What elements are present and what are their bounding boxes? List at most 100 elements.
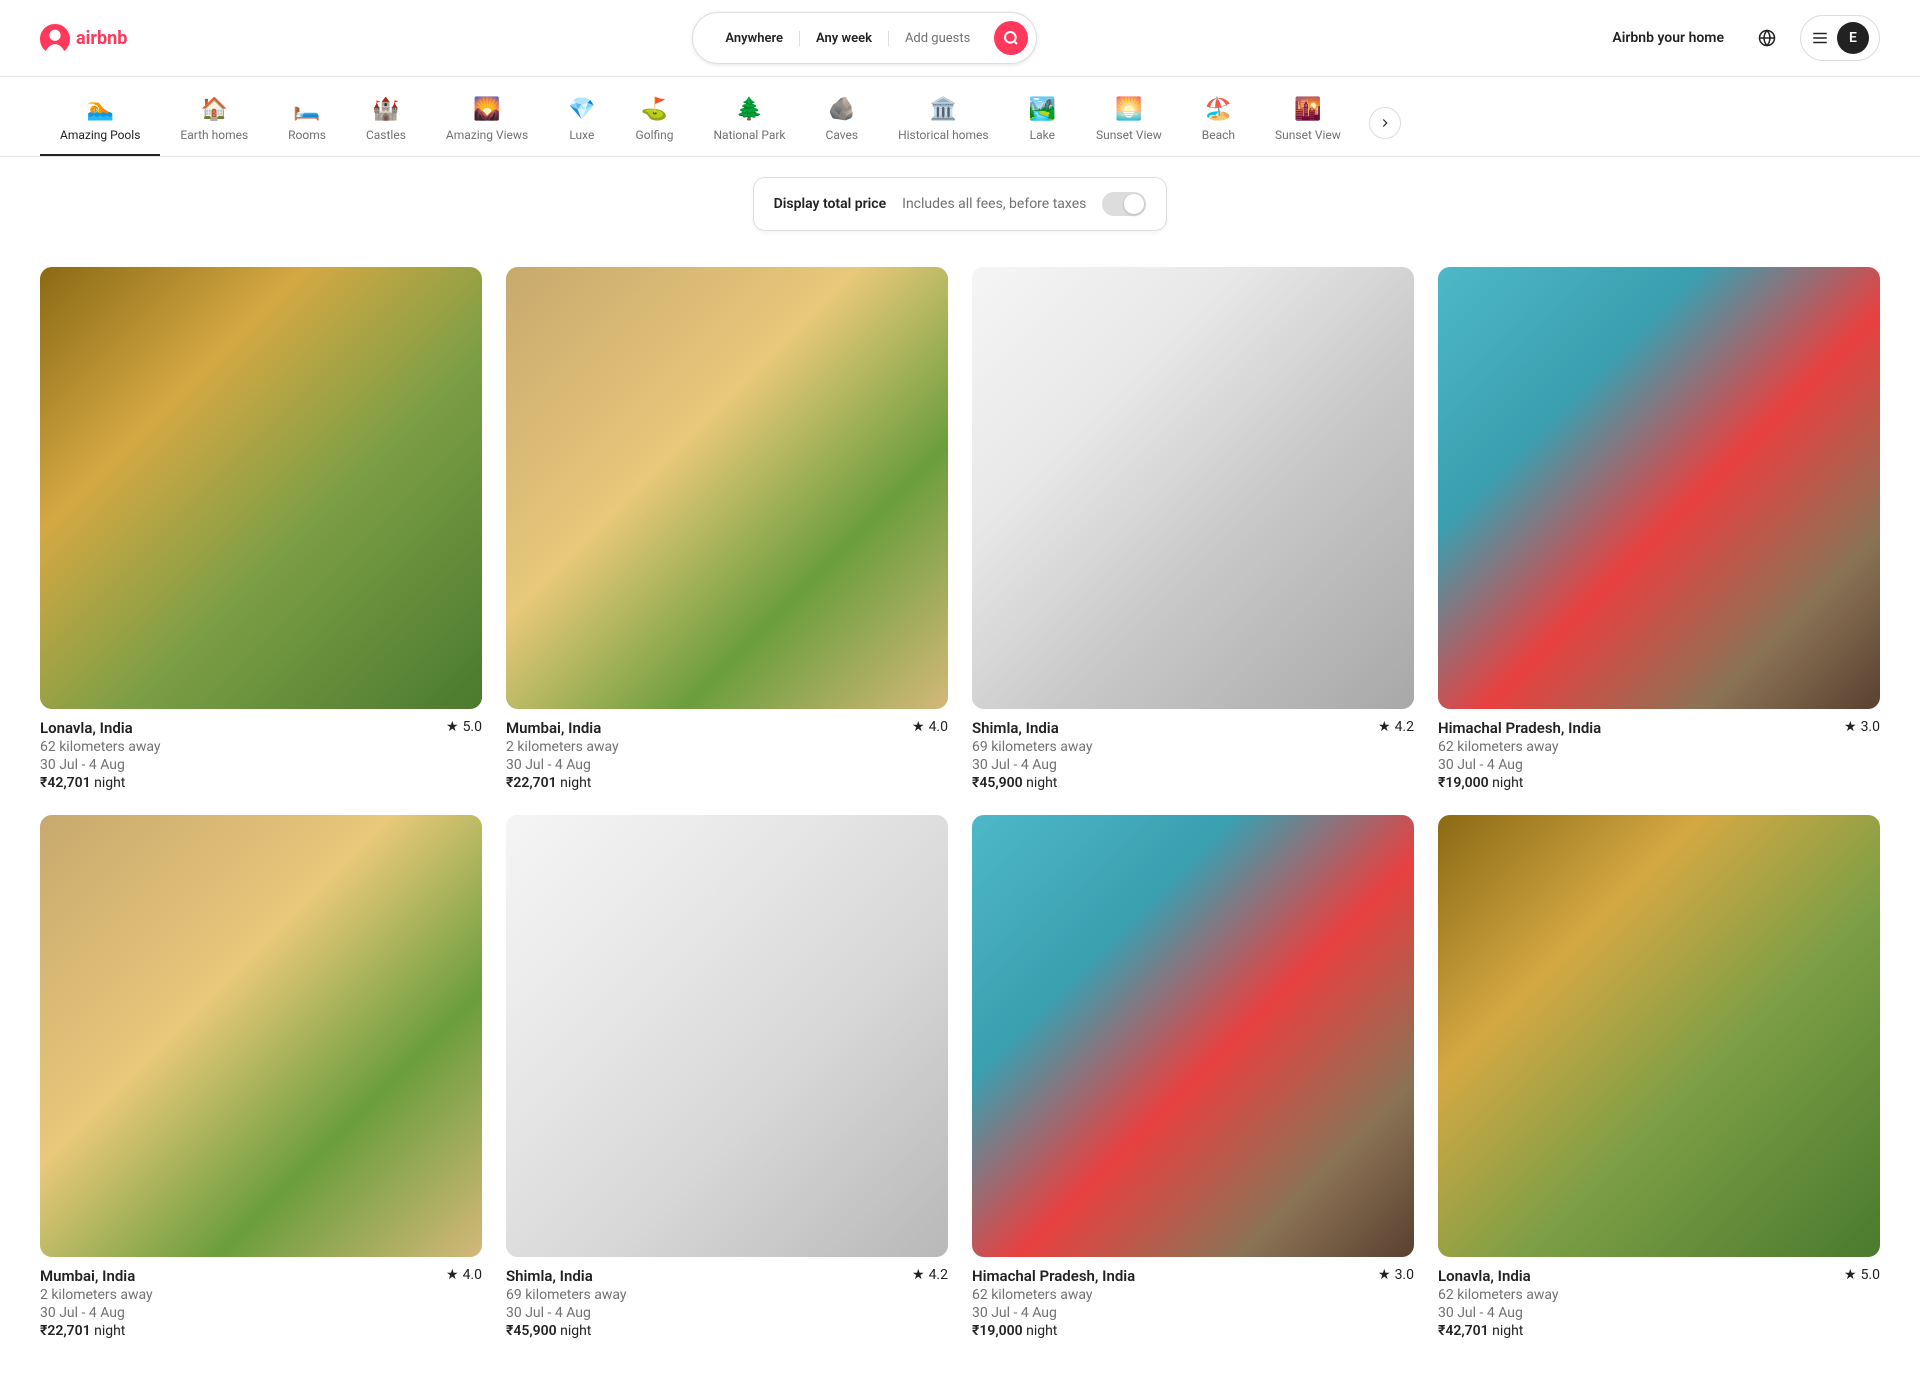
listing-distance-1: 62 kilometers away	[40, 739, 161, 755]
category-item-earth-homes[interactable]: 🏠 Earth homes	[160, 89, 268, 156]
listing-info-2: Mumbai, India 2 kilometers away 30 Jul -…	[506, 719, 948, 791]
rating-value-4: 3.0	[1861, 719, 1880, 735]
listing-distance-7: 62 kilometers away	[972, 1287, 1135, 1303]
airbnb-logo[interactable]: airbnb	[40, 23, 127, 53]
category-nav: 🏊 Amazing Pools 🏠 Earth homes 🛏️ Rooms 🏰…	[0, 77, 1920, 157]
header-right: Airbnb your home E	[1602, 15, 1880, 61]
category-label-historical-homes: Historical homes	[898, 128, 989, 142]
category-item-sunset-view2[interactable]: 🌇 Sunset View	[1255, 89, 1361, 156]
category-item-rooms[interactable]: 🛏️ Rooms	[268, 89, 346, 156]
listing-price-4: ₹19,000 night	[1438, 775, 1601, 791]
airbnb-your-home-link[interactable]: Airbnb your home	[1602, 20, 1734, 56]
category-icon-earth-homes: 🏠	[201, 97, 228, 122]
listing-rating-3: ★ 4.2	[1378, 719, 1414, 735]
listing-rating-6: ★ 4.2	[912, 1267, 948, 1283]
category-item-amazing-views[interactable]: 🌄 Amazing Views	[426, 89, 548, 156]
listing-rating-7: ★ 3.0	[1378, 1267, 1414, 1283]
rating-value-7: 3.0	[1395, 1267, 1414, 1283]
category-item-beach[interactable]: 🏖️ Beach	[1182, 89, 1255, 156]
category-label-golfing: Golfing	[636, 128, 674, 142]
price-toggle-box: Display total price Includes all fees, b…	[753, 177, 1168, 231]
listing-info-4: Himachal Pradesh, India 62 kilometers aw…	[1438, 719, 1880, 791]
listing-card-1[interactable]: Lonavla, India 62 kilometers away 30 Jul…	[40, 267, 482, 791]
category-scroll-button[interactable]	[1369, 107, 1401, 139]
price-toggle[interactable]	[1102, 192, 1146, 216]
star-icon-4: ★	[1844, 719, 1857, 735]
listing-distance-8: 62 kilometers away	[1438, 1287, 1559, 1303]
listing-card-8[interactable]: Lonavla, India 62 kilometers away 30 Jul…	[1438, 815, 1880, 1339]
price-sublabel: Includes all fees, before taxes	[902, 196, 1086, 212]
listing-distance-6: 69 kilometers away	[506, 1287, 627, 1303]
category-item-amazing-pools[interactable]: 🏊 Amazing Pools	[40, 89, 160, 156]
category-icon-beach: 🏖️	[1205, 97, 1232, 122]
category-item-golfing[interactable]: ⛳ Golfing	[616, 89, 694, 156]
category-item-luxe[interactable]: 💎 Luxe	[548, 89, 615, 156]
listing-card-6[interactable]: Shimla, India 69 kilometers away 30 Jul …	[506, 815, 948, 1339]
category-label-amazing-views: Amazing Views	[446, 128, 528, 142]
listing-card-3[interactable]: Shimla, India 69 kilometers away 30 Jul …	[972, 267, 1414, 791]
listing-info-8: Lonavla, India 62 kilometers away 30 Jul…	[1438, 1267, 1880, 1339]
category-icon-sunset-view: 🌅	[1115, 97, 1142, 122]
listing-image-2	[506, 267, 948, 709]
search-bar: Anywhere Any week Add guests	[692, 12, 1037, 64]
star-icon-7: ★	[1378, 1267, 1391, 1283]
category-icon-rooms: 🛏️	[293, 97, 320, 122]
listing-card-2[interactable]: Mumbai, India 2 kilometers away 30 Jul -…	[506, 267, 948, 791]
search-button[interactable]	[994, 21, 1028, 55]
week-segment[interactable]: Any week	[800, 31, 889, 46]
language-button[interactable]	[1750, 21, 1784, 55]
star-icon-8: ★	[1844, 1267, 1857, 1283]
listing-card-7[interactable]: Himachal Pradesh, India 62 kilometers aw…	[972, 815, 1414, 1339]
price-banner: Display total price Includes all fees, b…	[0, 157, 1920, 251]
category-item-sunset-view[interactable]: 🌅 Sunset View	[1076, 89, 1182, 156]
listing-image-1	[40, 267, 482, 709]
listing-price-8: ₹42,701 night	[1438, 1323, 1559, 1339]
rating-value-2: 4.0	[929, 719, 948, 735]
star-icon-5: ★	[446, 1267, 459, 1283]
listing-location-2: Mumbai, India	[506, 719, 619, 737]
category-icon-luxe: 💎	[568, 97, 595, 122]
listing-price-7: ₹19,000 night	[972, 1323, 1135, 1339]
category-icon-caves: 🪨	[828, 97, 855, 122]
guests-segment[interactable]: Add guests	[889, 31, 986, 46]
listing-location-1: Lonavla, India	[40, 719, 161, 737]
listing-price-6: ₹45,900 night	[506, 1323, 627, 1339]
category-item-lake[interactable]: 🏞️ Lake	[1009, 89, 1076, 156]
listing-card-4[interactable]: Himachal Pradesh, India 62 kilometers aw…	[1438, 267, 1880, 791]
listing-distance-2: 2 kilometers away	[506, 739, 619, 755]
rating-value-3: 4.2	[1395, 719, 1414, 735]
category-item-caves[interactable]: 🪨 Caves	[806, 89, 879, 156]
category-icon-amazing-pools: 🏊	[86, 97, 113, 122]
category-item-historical-homes[interactable]: 🏛️ Historical homes	[878, 89, 1009, 156]
user-menu[interactable]: E	[1800, 15, 1880, 61]
category-item-castles[interactable]: 🏰 Castles	[346, 89, 426, 156]
price-label: Display total price	[774, 196, 887, 212]
listing-image-5	[40, 815, 482, 1257]
listing-location-3: Shimla, India	[972, 719, 1093, 737]
category-icon-castles: 🏰	[372, 97, 399, 122]
listing-location-5: Mumbai, India	[40, 1267, 153, 1285]
category-icon-sunset-view2: 🌇	[1294, 97, 1321, 122]
location-segment[interactable]: Anywhere	[709, 31, 800, 46]
category-label-sunset-view: Sunset View	[1096, 128, 1162, 142]
listing-image-8	[1438, 815, 1880, 1257]
listing-location-6: Shimla, India	[506, 1267, 627, 1285]
listing-rating-4: ★ 3.0	[1844, 719, 1880, 735]
star-icon-6: ★	[912, 1267, 925, 1283]
category-item-national-park[interactable]: 🌲 National Park	[694, 89, 806, 156]
category-icon-national-park: 🌲	[736, 97, 763, 122]
listing-card-5[interactable]: Mumbai, India 2 kilometers away 30 Jul -…	[40, 815, 482, 1339]
listing-info-1: Lonavla, India 62 kilometers away 30 Jul…	[40, 719, 482, 791]
listing-image-6	[506, 815, 948, 1257]
rating-value-8: 5.0	[1861, 1267, 1880, 1283]
category-label-national-park: National Park	[714, 128, 786, 142]
header: airbnb Anywhere Any week Add guests Airb…	[0, 0, 1920, 77]
listing-rating-2: ★ 4.0	[912, 719, 948, 735]
category-label-earth-homes: Earth homes	[180, 128, 248, 142]
listing-dates-8: 30 Jul - 4 Aug	[1438, 1305, 1559, 1321]
listing-rating-5: ★ 4.0	[446, 1267, 482, 1283]
listing-price-5: ₹22,701 night	[40, 1323, 153, 1339]
category-label-caves: Caves	[826, 128, 859, 142]
category-icon-historical-homes: 🏛️	[930, 97, 957, 122]
listings-grid: Lonavla, India 62 kilometers away 30 Jul…	[0, 251, 1920, 1379]
